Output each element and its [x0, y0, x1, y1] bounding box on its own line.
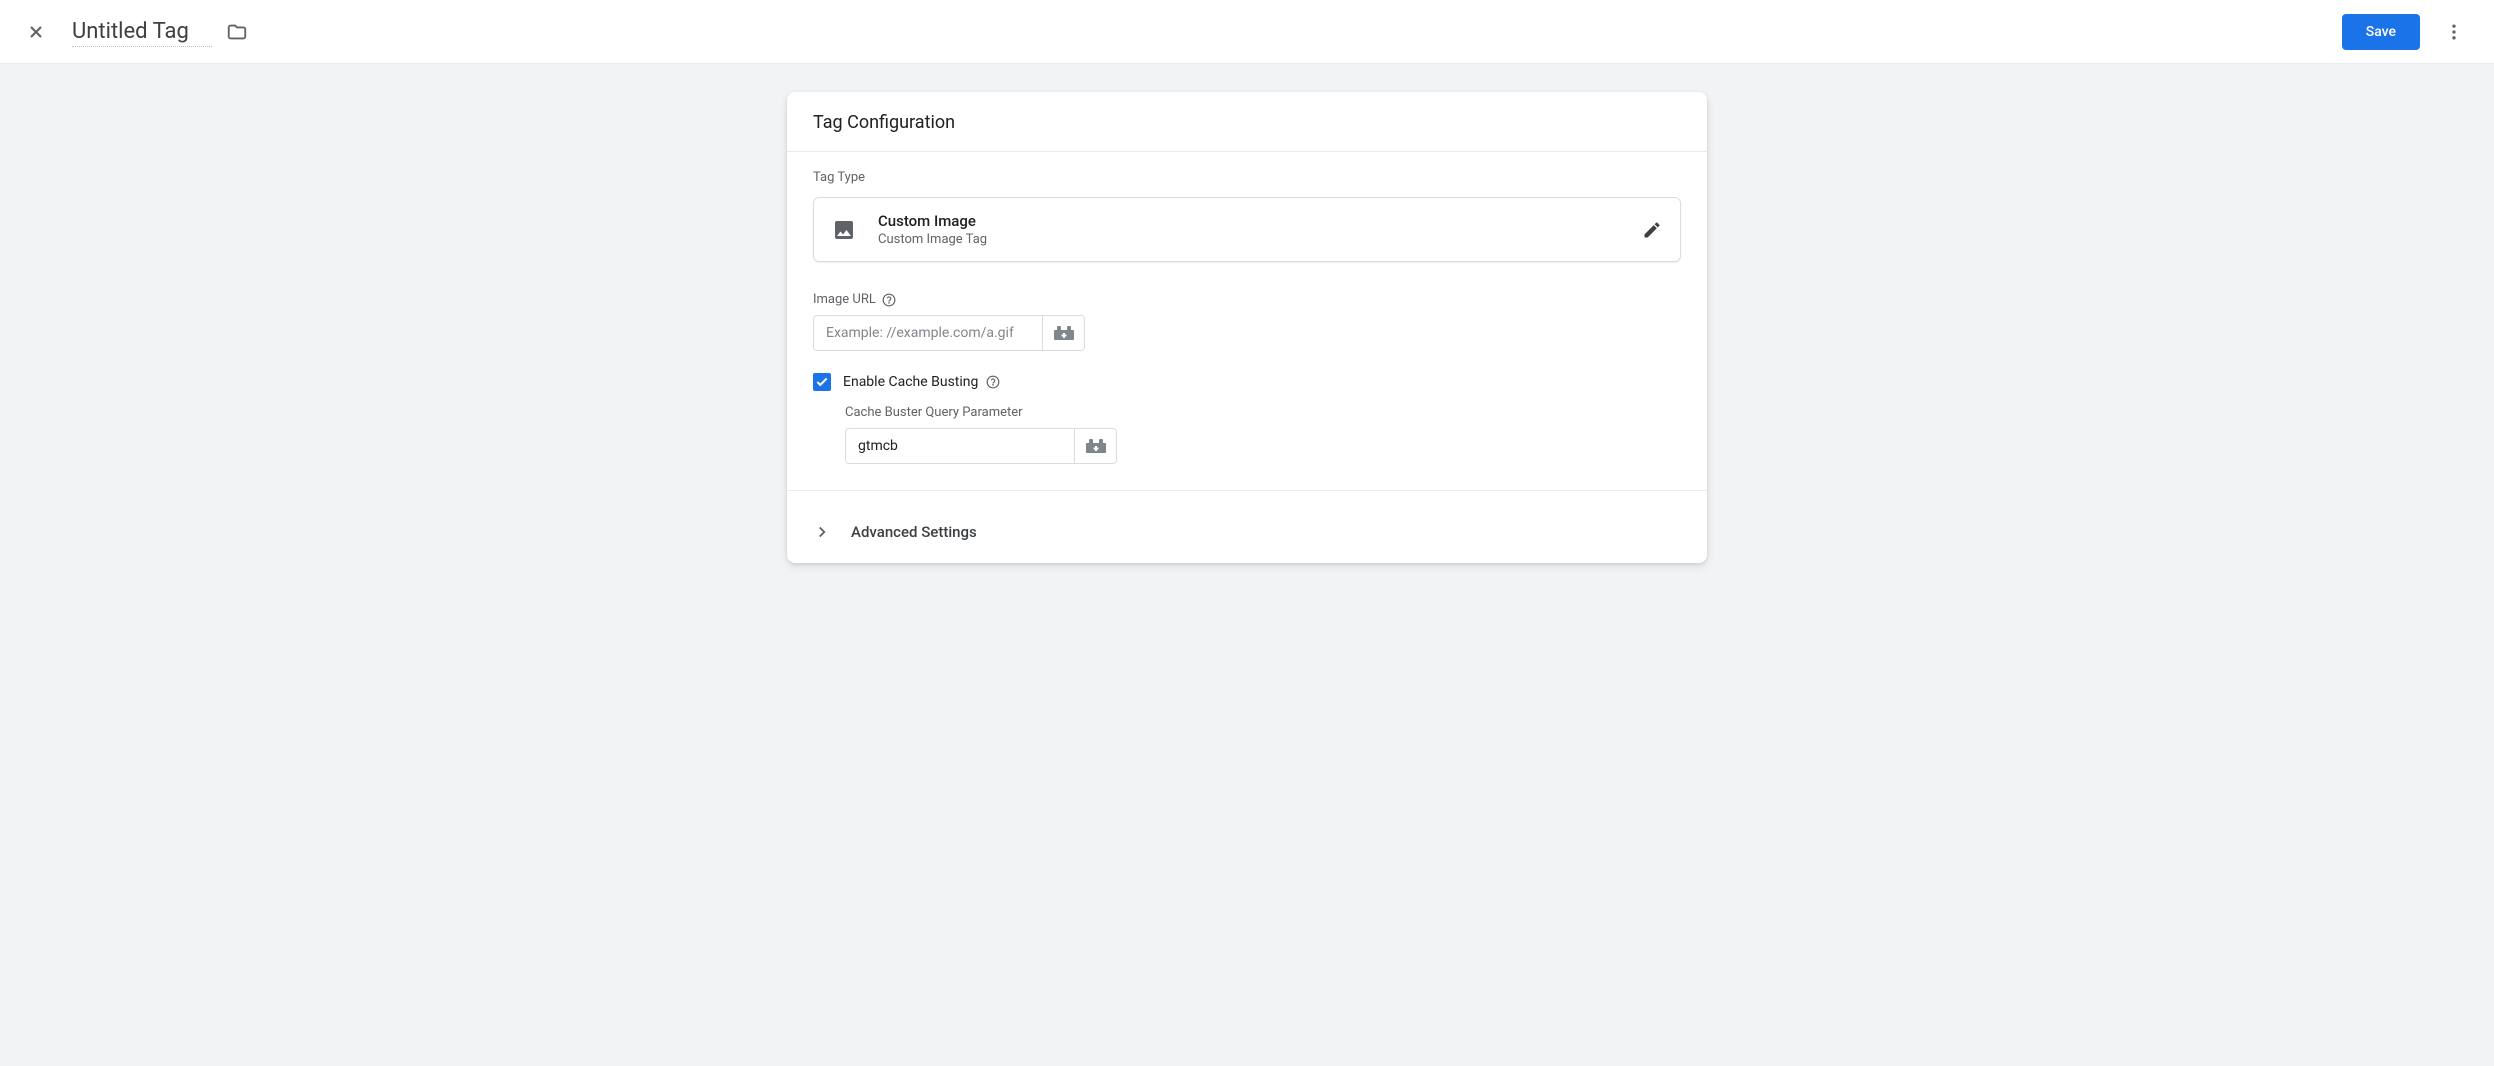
more-menu-button[interactable]: [2438, 16, 2470, 48]
help-icon[interactable]: [986, 375, 1000, 389]
more-vert-icon: [2444, 22, 2464, 42]
tag-type-label: Tag Type: [813, 170, 1681, 185]
cache-busting-row: Enable Cache Busting: [813, 373, 1681, 391]
tag-type-selector[interactable]: Custom Image Custom Image Tag: [813, 197, 1681, 262]
image-icon: [832, 218, 856, 242]
brick-plus-icon: [1054, 326, 1074, 340]
close-icon: [26, 22, 46, 42]
tag-type-description: Custom Image Tag: [878, 232, 1642, 247]
pencil-icon: [1642, 220, 1662, 240]
advanced-settings-toggle[interactable]: Advanced Settings: [787, 503, 1707, 563]
cache-param-input[interactable]: [845, 428, 1075, 464]
close-button[interactable]: [24, 20, 48, 44]
divider: [787, 490, 1707, 491]
cache-busting-checkbox[interactable]: [813, 373, 831, 391]
image-url-input[interactable]: [813, 315, 1043, 351]
variable-picker-button[interactable]: [1043, 315, 1085, 351]
folder-icon: [226, 21, 248, 43]
edit-tag-type-button[interactable]: [1642, 220, 1662, 240]
tag-name-input[interactable]: [72, 17, 212, 47]
help-icon[interactable]: [882, 293, 896, 307]
card-title: Tag Configuration: [787, 92, 1707, 152]
cache-param-label: Cache Buster Query Parameter: [845, 405, 1681, 420]
advanced-settings-label: Advanced Settings: [851, 523, 977, 541]
check-icon: [815, 375, 829, 389]
image-url-label: Image URL: [813, 292, 1681, 307]
chevron-right-icon: [813, 523, 831, 541]
variable-picker-button[interactable]: [1075, 428, 1117, 464]
save-button[interactable]: Save: [2342, 14, 2420, 50]
editor-header: Save: [0, 0, 2494, 64]
folder-button[interactable]: [226, 21, 248, 43]
editor-canvas: Tag Configuration Tag Type Custom Image …: [0, 64, 2494, 1066]
tag-type-name: Custom Image: [878, 212, 1642, 230]
tag-configuration-card: Tag Configuration Tag Type Custom Image …: [787, 92, 1707, 563]
cache-busting-label: Enable Cache Busting: [843, 374, 978, 390]
brick-plus-icon: [1086, 439, 1106, 453]
